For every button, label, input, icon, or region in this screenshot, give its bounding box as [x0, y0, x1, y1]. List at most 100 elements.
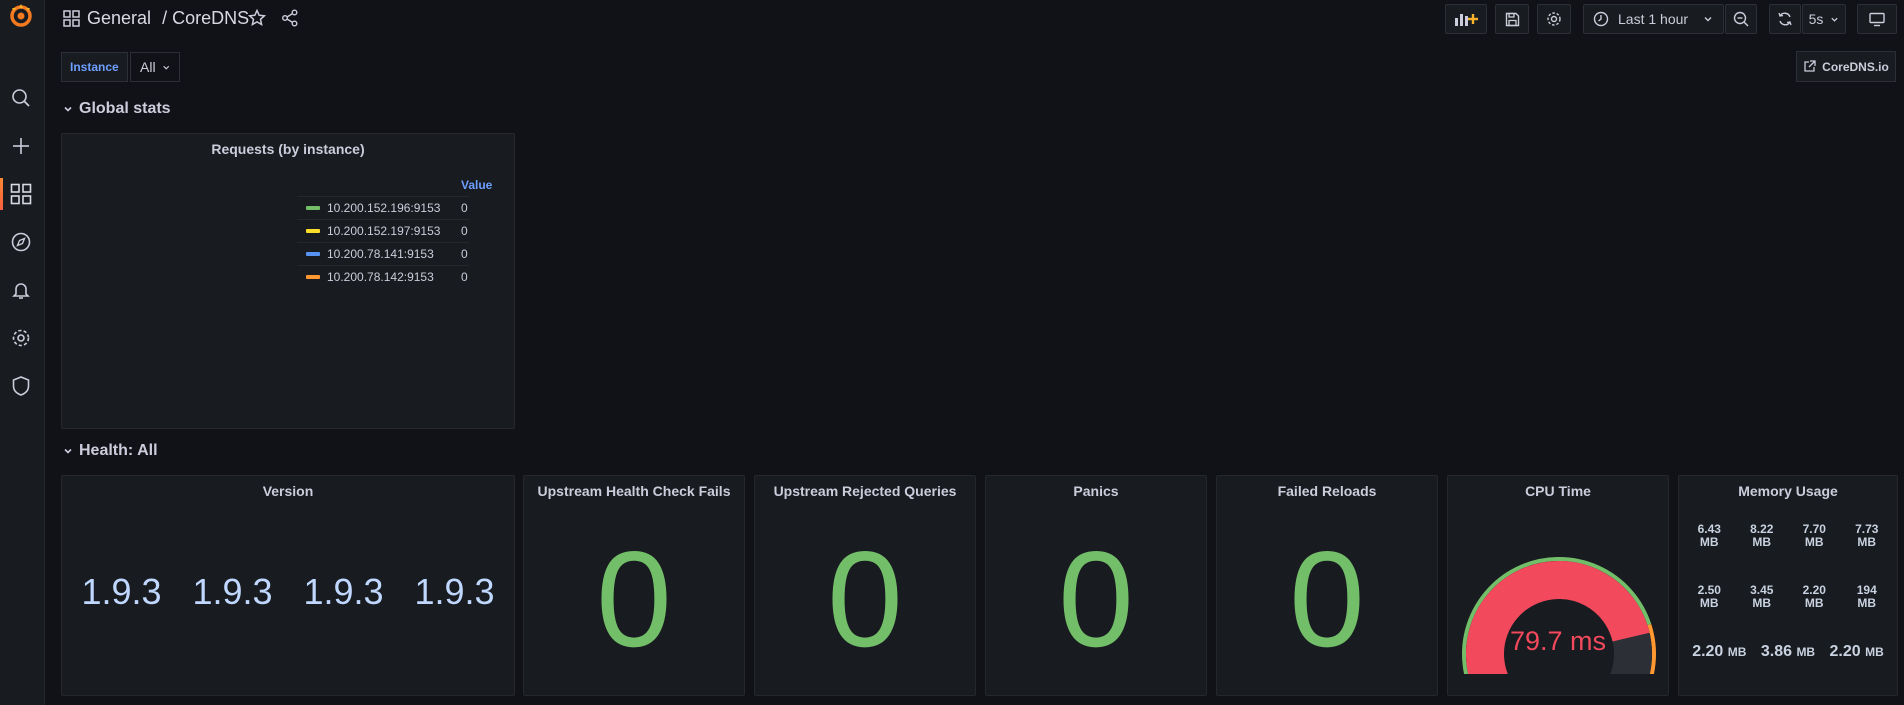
time-picker-button[interactable]: Last 1 hour	[1583, 4, 1724, 34]
panel-title[interactable]: Failed Reloads	[1217, 483, 1437, 499]
memory-value: 7.73 MB	[1847, 523, 1887, 549]
version-value: 1.9.3	[414, 571, 495, 612]
add-panel-button[interactable]	[1445, 4, 1487, 34]
chevron-down-icon	[64, 448, 72, 454]
refresh-interval-label: 5s	[1808, 11, 1824, 27]
gauge-value: 79.7 ms	[1509, 626, 1607, 656]
memory-unit: MB	[1865, 645, 1884, 659]
gear-icon[interactable]	[9, 326, 33, 350]
memory-value: 194 MB	[1847, 584, 1887, 610]
chevron-down-icon	[162, 65, 169, 70]
cpu-time-panel: CPU Time 79.7 ms	[1447, 475, 1669, 696]
dashboards-icon[interactable]	[9, 182, 33, 206]
upstream-rejected-queries-panel: Upstream Rejected Queries 0	[754, 475, 976, 696]
top-navbar: General / CoreDNS Last 1 hour 5s	[45, 0, 1904, 38]
memory-value: 3.45 MB	[1742, 584, 1782, 610]
panel-title[interactable]: Requests (by instance)	[62, 141, 514, 157]
refresh-interval-picker[interactable]: 5s	[1802, 4, 1846, 34]
requests-panel: Requests (by instance) Value 10.200.152.…	[61, 133, 515, 429]
share-icon[interactable]	[281, 9, 299, 32]
panel-title[interactable]: Upstream Health Check Fails	[524, 483, 744, 499]
legend-row[interactable]: 10.200.78.142:9153 0	[297, 265, 469, 288]
memory-value: 2.20 MB	[1692, 643, 1746, 661]
zoom-out-button[interactable]	[1725, 4, 1757, 34]
stat-value: 0	[596, 523, 672, 675]
tv-mode-button[interactable]	[1857, 4, 1897, 34]
coredns-link-label: CoreDNS.io	[1822, 59, 1889, 74]
row-health-title: Health: All	[79, 442, 158, 459]
memory-unit: MB	[1752, 596, 1772, 610]
breadcrumb-dashboard[interactable]: CoreDNS	[172, 8, 249, 28]
breadcrumb-separator: /	[162, 8, 168, 28]
memory-value: 3.86 MB	[1761, 643, 1815, 661]
legend-series-value: 0	[461, 201, 468, 215]
coredns-link-button[interactable]: CoreDNS.io	[1796, 51, 1896, 82]
memory-unit: MB	[1857, 596, 1877, 610]
legend-series-value: 0	[461, 247, 468, 261]
memory-value: 2.20 MB	[1830, 643, 1884, 661]
chevron-down-icon	[1704, 17, 1712, 22]
memory-value: 8.22 MB	[1742, 523, 1782, 549]
panel-title[interactable]: Memory Usage	[1679, 483, 1897, 499]
zoom-out-icon	[1733, 11, 1749, 27]
memory-unit: MB	[1796, 645, 1816, 659]
refresh-button[interactable]	[1769, 4, 1801, 34]
grafana-logo-icon[interactable]	[8, 2, 34, 28]
instance-variable-value: All	[140, 59, 156, 75]
memory-unit: MB	[1699, 596, 1719, 610]
legend-series-value: 0	[461, 224, 468, 238]
gear-icon	[1547, 12, 1561, 26]
save-icon	[1505, 12, 1519, 26]
bell-alerting-icon[interactable]	[9, 278, 33, 302]
version-value: 1.9.3	[192, 571, 273, 612]
instance-variable-select[interactable]: All	[130, 52, 180, 82]
save-dashboard-button[interactable]	[1495, 4, 1529, 34]
chevron-down-icon	[1831, 17, 1839, 22]
legend-series-value: 0	[461, 270, 468, 284]
breadcrumb: General / CoreDNS	[87, 8, 249, 29]
panel-title[interactable]: Version	[62, 483, 514, 499]
legend-header[interactable]: Value	[297, 176, 492, 196]
search-icon[interactable]	[9, 86, 33, 110]
breadcrumb-folder[interactable]: General	[87, 8, 151, 28]
legend-series-name: 10.200.78.142:9153	[327, 270, 434, 284]
panel-title[interactable]: CPU Time	[1448, 483, 1668, 499]
legend-swatch	[306, 206, 320, 210]
row-global-stats-title: Global stats	[79, 100, 171, 117]
memory-unit: MB	[1752, 535, 1772, 549]
refresh-icon	[1778, 12, 1792, 26]
legend-swatch	[306, 275, 320, 279]
row-global-stats[interactable]: Global stats	[63, 100, 171, 118]
version-value: 1.9.3	[303, 571, 384, 612]
memory-value: 2.50 MB	[1689, 584, 1729, 610]
chevron-down-icon	[64, 106, 72, 112]
legend-row[interactable]: 10.200.152.197:9153 0	[297, 219, 469, 242]
memory-values: 6.43 MB 8.22 MB 7.70 MB 7.73 MB 2.50 MB 3.45 M…	[1679, 523, 1897, 661]
legend-series-name: 10.200.152.197:9153	[327, 224, 441, 238]
legend-row[interactable]: 10.200.152.196:9153 0	[297, 196, 469, 219]
panel-title[interactable]: Upstream Rejected Queries	[755, 483, 975, 499]
panel-title[interactable]: Panics	[986, 483, 1206, 499]
panics-panel: Panics 0	[985, 475, 1207, 696]
memory-number: 2.20	[1829, 643, 1861, 660]
legend-row[interactable]: 10.200.78.141:9153 0	[297, 242, 469, 265]
requests-legend: Value 10.200.152.196:9153 0 10.200.152.1…	[297, 176, 492, 288]
star-icon[interactable]	[247, 8, 267, 32]
legend-swatch	[306, 252, 320, 256]
row-health[interactable]: Health: All	[63, 442, 158, 460]
compass-explore-icon[interactable]	[9, 230, 33, 254]
version-values: 1.9.3 1.9.3 1.9.3 1.9.3	[62, 571, 514, 613]
monitor-icon	[1869, 12, 1885, 26]
time-range-label: Last 1 hour	[1618, 11, 1689, 27]
stat-value: 0	[1289, 523, 1365, 675]
memory-number: 2.20	[1692, 643, 1724, 660]
version-panel: Version 1.9.3 1.9.3 1.9.3 1.9.3	[61, 475, 515, 696]
memory-unit: MB	[1804, 535, 1824, 549]
legend-series-name: 10.200.78.141:9153	[327, 247, 434, 261]
shield-icon[interactable]	[9, 374, 33, 398]
legend-swatch	[306, 229, 320, 233]
sidebar	[0, 0, 45, 705]
memory-value: 6.43 MB	[1689, 523, 1729, 549]
plus-icon[interactable]	[9, 134, 33, 158]
dashboard-settings-button[interactable]	[1537, 4, 1571, 34]
